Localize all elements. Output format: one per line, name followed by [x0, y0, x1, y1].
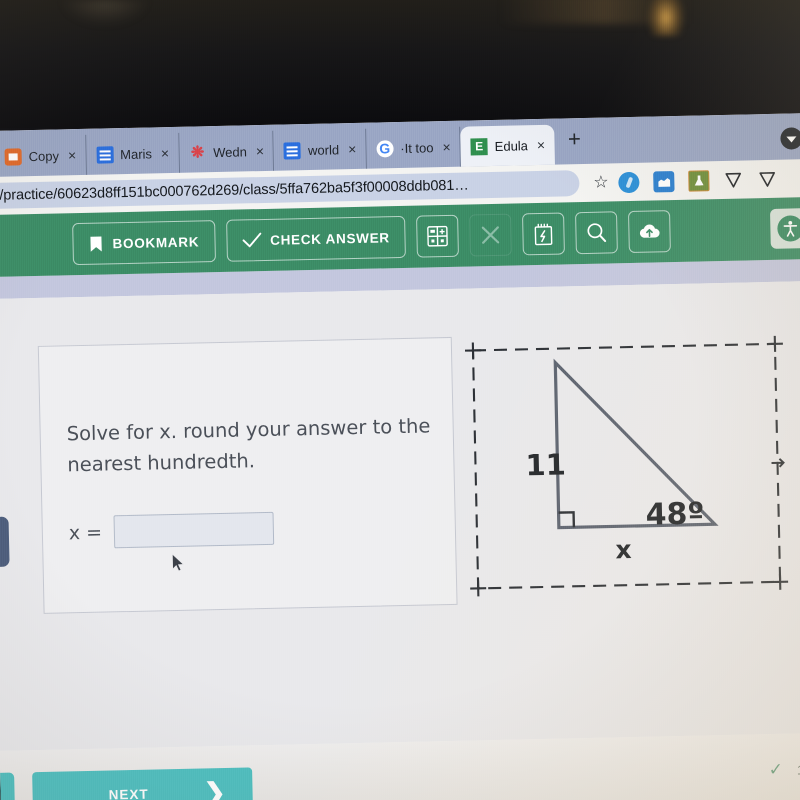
accessibility-icon: [777, 215, 800, 242]
browser-tab-it-too[interactable]: G ·It too ×: [365, 126, 462, 169]
tab-close-icon[interactable]: ×: [256, 143, 265, 159]
cloud-upload-icon: [640, 224, 660, 238]
label-angle: 48º: [645, 496, 704, 532]
extension-blue-circle-icon[interactable]: [618, 171, 640, 193]
magnifier-button[interactable]: [575, 211, 619, 255]
ambient-glow-lamp: [648, 0, 684, 36]
answer-row: x =: [68, 511, 275, 549]
question-card: Solve for x. round your answer to the ne…: [37, 336, 458, 614]
new-tab-button[interactable]: +: [554, 126, 596, 157]
next-label: NEXT: [108, 786, 149, 800]
tab-title: Edula: [494, 137, 529, 154]
status-check-icon: ✓: [768, 759, 784, 780]
scratchpad-icon: [534, 223, 553, 245]
bookmark-label: BOOKMARK: [112, 233, 200, 251]
tab-close-icon[interactable]: ×: [161, 145, 170, 161]
bookmark-icon: [90, 236, 102, 252]
calculator-icon: [427, 225, 449, 247]
footer-left-stub: [0, 772, 16, 800]
tab-close-icon[interactable]: ×: [442, 139, 451, 155]
label-horizontal-leg: x: [615, 535, 632, 564]
google-docs-favicon: [283, 141, 302, 160]
close-button[interactable]: [469, 213, 513, 257]
magnifier-icon: [587, 223, 607, 243]
tab-title: ·It too: [400, 139, 434, 156]
edulastic-favicon: E: [470, 137, 488, 155]
browser-tab-edulastic[interactable]: E Edula ×: [460, 124, 555, 167]
profile-avatar[interactable]: [780, 127, 800, 150]
scratchpad-button[interactable]: [522, 212, 566, 256]
tab-title: Wedn: [212, 143, 248, 160]
tab-close-icon[interactable]: ×: [68, 147, 77, 163]
right-angle-marker: [558, 511, 576, 528]
close-icon: [481, 226, 500, 244]
answer-label: x =: [68, 521, 103, 544]
footer-status: ✓ 10 L: [768, 759, 800, 780]
ambient-glow-left: [60, 0, 150, 26]
cloud-upload-button[interactable]: [628, 210, 672, 254]
extension-green-square-icon[interactable]: [688, 169, 710, 192]
checkmark-icon: [242, 232, 261, 248]
browser-tab-wedn[interactable]: ❋ Wedn ×: [178, 130, 275, 173]
tab-close-icon[interactable]: ×: [537, 137, 546, 153]
google-favicon: G: [376, 139, 394, 158]
calculator-button[interactable]: [416, 214, 460, 258]
tab-title: Copy: [28, 147, 60, 164]
check-answer-button[interactable]: CHECK ANSWER: [225, 215, 407, 262]
google-docs-favicon: [96, 145, 114, 164]
extension-toolbar: [618, 168, 785, 193]
check-answer-label: CHECK ANSWER: [269, 229, 390, 248]
tab-close-icon[interactable]: ×: [348, 141, 357, 157]
browser-tab-maris[interactable]: Maris ×: [85, 132, 180, 175]
url-text: nt/practice/60623d8ff151bc000762d269/cla…: [0, 177, 469, 205]
extension-blue-square-icon[interactable]: [653, 170, 675, 192]
browser-tab-copy[interactable]: Copy ×: [0, 134, 87, 177]
answer-input[interactable]: [113, 511, 275, 549]
browser-tab-world[interactable]: world ×: [273, 128, 367, 171]
monitor-screen: Copy × Maris × ❋ Wedn × world × G ·It to…: [0, 112, 800, 800]
extension-shield-outline-2-icon[interactable]: [757, 169, 777, 189]
tab-title: world: [307, 141, 340, 158]
question-content-area: Solve for x. round your answer to the ne…: [0, 280, 800, 751]
chevron-right-icon: ❯: [203, 776, 227, 800]
copy-favicon: [4, 147, 22, 166]
mouse-cursor: [172, 553, 185, 572]
tab-title: Maris: [120, 145, 153, 162]
left-drawer-handle[interactable]: [0, 516, 10, 568]
flower-favicon: ❋: [190, 144, 205, 162]
bookmark-star-icon[interactable]: ☆: [593, 172, 609, 192]
question-prompt: Solve for x. round your answer to the ne…: [66, 414, 431, 477]
accessibility-button[interactable]: [769, 208, 800, 249]
photo-of-monitor: Copy × Maris × ❋ Wedn × world × G ·It to…: [0, 0, 800, 800]
bookmark-button[interactable]: BOOKMARK: [72, 220, 216, 266]
extension-shield-outline-1-icon[interactable]: [723, 170, 743, 190]
label-vertical-leg: 11: [525, 447, 566, 482]
triangle-diagram: 11 x 48º: [459, 330, 795, 605]
next-button[interactable]: NEXT ❯: [32, 767, 254, 800]
